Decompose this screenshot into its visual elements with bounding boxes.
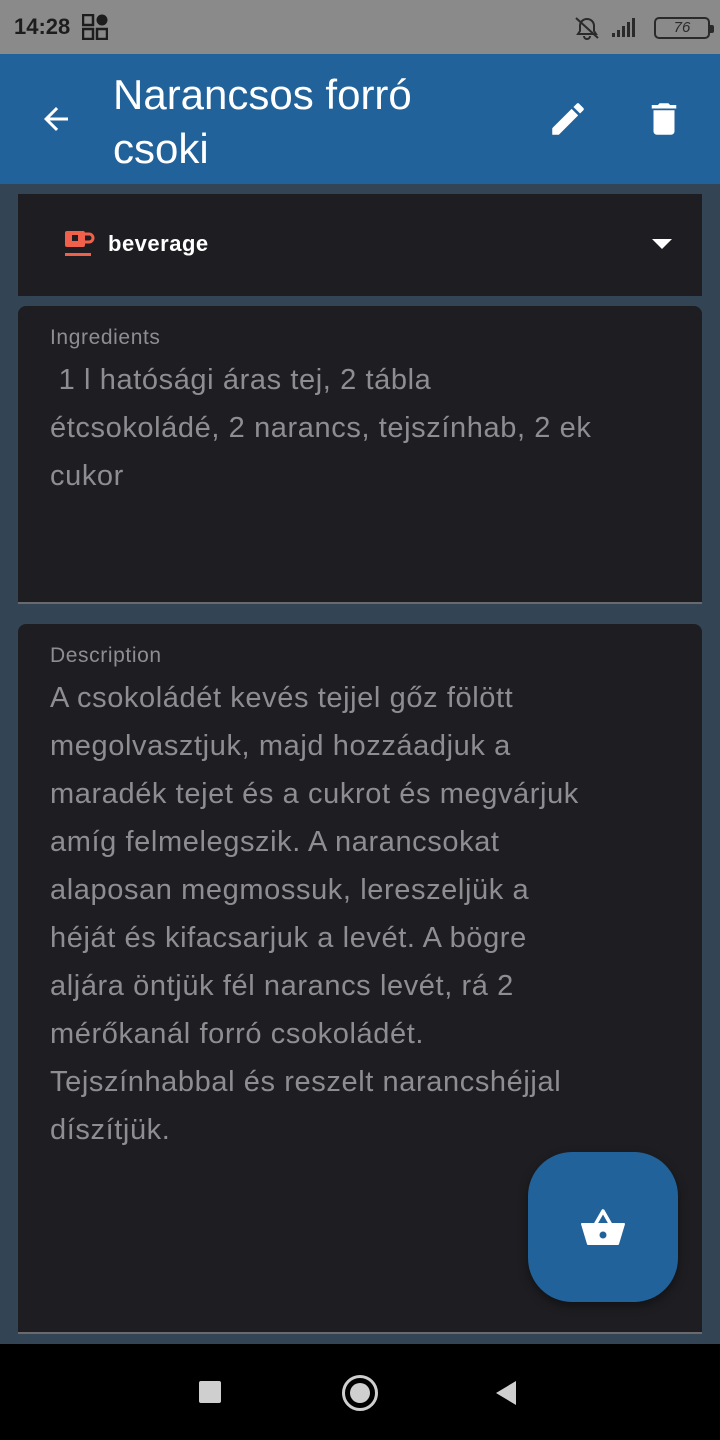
ingredients-label: Ingredients: [50, 326, 161, 349]
mute-icon: [575, 17, 599, 40]
back-triangle-icon[interactable]: [494, 1380, 518, 1406]
grid-icon: [82, 14, 108, 40]
delete-trash-icon: [651, 103, 677, 135]
battery-icon: 76: [654, 17, 714, 39]
edit-button[interactable]: [538, 89, 598, 149]
category-label: beverage: [108, 231, 209, 256]
app-bar: Narancsos forró csoki: [0, 54, 720, 184]
signal-icon: [612, 18, 635, 37]
delete-button[interactable]: [634, 89, 694, 149]
description-label: Description: [50, 644, 162, 667]
page-title: Narancsos forró csoki: [113, 71, 412, 172]
status-indicators: 76: [550, 14, 714, 42]
back-arrow-icon: [44, 107, 68, 131]
chevron-down-icon: [652, 239, 672, 249]
system-nav-bar: [0, 1344, 720, 1440]
home-circle-icon[interactable]: [342, 1375, 378, 1411]
battery-level: 76: [673, 19, 691, 36]
ingredients-value: 1 l hatósági áras tej, 2 tábla étcsokolá…: [50, 364, 592, 492]
shopping-list-fab[interactable]: [528, 1152, 678, 1302]
ingredients-field[interactable]: Ingredients 1 l hatósági áras tej, 2 táb…: [18, 306, 702, 604]
status-bar: 14:28 76: [0, 0, 720, 54]
edit-pencil-icon: [552, 103, 584, 135]
shopping-basket-icon: [581, 1209, 625, 1245]
back-button[interactable]: [26, 89, 86, 149]
recents-square-icon[interactable]: [199, 1381, 221, 1403]
status-time: 14:28: [14, 14, 71, 39]
description-value: A csokoládét kevés tejjel gőz fölött meg…: [50, 682, 579, 1146]
category-dropdown[interactable]: beverage: [18, 194, 702, 296]
coffee-cup-icon: [65, 231, 95, 256]
